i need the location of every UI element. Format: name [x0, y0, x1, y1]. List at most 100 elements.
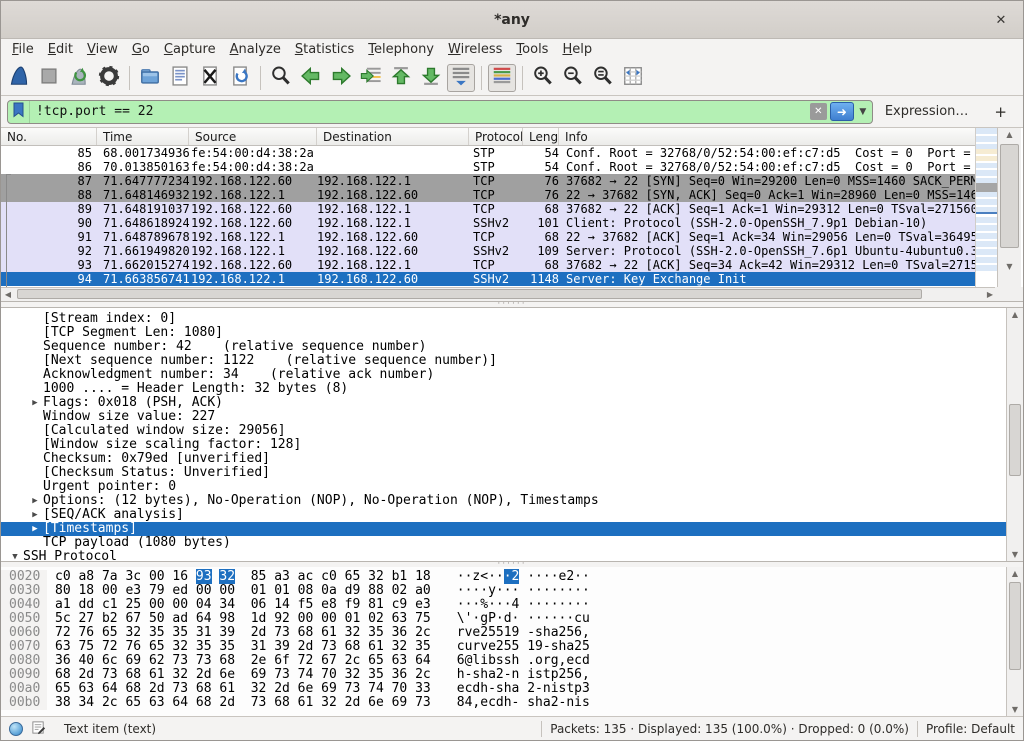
packet-row-92[interactable]: 9271.661949820192.168.122.1192.168.122.6…: [1, 244, 975, 258]
zoom-reset-button[interactable]: [589, 64, 617, 92]
detail-line[interactable]: [Next sequence number: 1122 (relative se…: [1, 354, 1007, 368]
scroll-down-icon[interactable]: ▼: [1007, 548, 1023, 561]
packet-row-88[interactable]: 8871.648146932192.168.122.1192.168.122.6…: [1, 188, 975, 202]
filter-text[interactable]: !tcp.port == 22: [30, 104, 810, 119]
column-header-no[interactable]: No.: [1, 128, 97, 145]
hex-row-0040[interactable]: 0040a1 dd c1 25 00 00 04 34 06 14 f5 e8 …: [1, 598, 1023, 612]
detail-line[interactable]: [TCP Segment Len: 1080]: [1, 326, 1007, 340]
column-header-length[interactable]: Length: [523, 128, 559, 145]
column-header-destination[interactable]: Destination: [317, 128, 469, 145]
hex-row-00b0[interactable]: 00b038 34 2c 65 63 64 68 2d 73 68 61 32 …: [1, 696, 1023, 710]
packet-row-85[interactable]: 8568.001734936fe:54:00:d4:38:2aSTP54Conf…: [1, 146, 975, 160]
menu-go[interactable]: Go: [125, 41, 157, 58]
hex-row-0060[interactable]: 006072 76 65 32 35 35 31 39 2d 73 68 61 …: [1, 626, 1023, 640]
capture-comment-icon[interactable]: [31, 720, 46, 738]
collapse-icon[interactable]: ▼: [7, 550, 23, 561]
packet-row-94[interactable]: 9471.663856741192.168.122.1192.168.122.6…: [1, 272, 975, 286]
auto-scroll-button[interactable]: [447, 64, 475, 92]
hex-row-0030[interactable]: 003080 18 00 e3 79 ed 00 00 01 01 08 0a …: [1, 584, 1023, 598]
column-header-time[interactable]: Time: [97, 128, 189, 145]
menu-statistics[interactable]: Statistics: [288, 41, 361, 58]
detail-line[interactable]: 1000 .... = Header Length: 32 bytes (8): [1, 382, 1007, 396]
save-file-button[interactable]: [166, 64, 194, 92]
menu-edit[interactable]: Edit: [41, 41, 80, 58]
filter-bookmark-button[interactable]: [8, 101, 30, 123]
hex-row-00a0[interactable]: 00a065 63 64 68 2d 73 68 61 32 2d 6e 69 …: [1, 682, 1023, 696]
close-window-button[interactable]: ✕: [991, 10, 1011, 30]
expand-icon[interactable]: ▶: [27, 494, 43, 508]
menu-analyze[interactable]: Analyze: [223, 41, 288, 58]
details-vscrollbar[interactable]: ▲ ▼: [1006, 308, 1023, 561]
expand-icon[interactable]: ▶: [27, 508, 43, 522]
zoom-in-button[interactable]: [529, 64, 557, 92]
go-last-packet-button[interactable]: [417, 64, 445, 92]
reload-file-button[interactable]: [226, 64, 254, 92]
hex-row-0090[interactable]: 009068 2d 73 68 61 32 2d 6e 69 73 74 70 …: [1, 668, 1023, 682]
menu-view[interactable]: View: [80, 41, 125, 58]
filter-dropdown-caret[interactable]: ▼: [856, 107, 870, 117]
go-forward-button[interactable]: [327, 64, 355, 92]
hex-row-0080[interactable]: 008036 40 6c 69 62 73 73 68 2e 6f 72 67 …: [1, 654, 1023, 668]
display-filter-input[interactable]: !tcp.port == 22 ✕ ➜ ▼: [7, 100, 873, 124]
scroll-left-icon[interactable]: ◀: [1, 288, 15, 302]
menu-telephony[interactable]: Telephony: [361, 41, 441, 58]
detail-line[interactable]: Checksum: 0x79ed [unverified]: [1, 452, 1007, 466]
packet-row-87[interactable]: 8771.647777234192.168.122.60192.168.122.…: [1, 174, 975, 188]
start-capture-button[interactable]: [5, 64, 33, 92]
detail-line[interactable]: ▶Options: (12 bytes), No-Operation (NOP)…: [1, 494, 1007, 508]
detail-line[interactable]: ▶[Timestamps]: [1, 522, 1007, 536]
packet-row-91[interactable]: 9171.648789678192.168.122.1192.168.122.6…: [1, 230, 975, 244]
menu-file[interactable]: File: [5, 41, 41, 58]
close-file-button[interactable]: [196, 64, 224, 92]
menu-tools[interactable]: Tools: [509, 41, 555, 58]
go-to-packet-button[interactable]: [357, 64, 385, 92]
colorize-packets-button[interactable]: [488, 64, 516, 92]
scrollbar-thumb[interactable]: [1009, 404, 1021, 476]
detail-line[interactable]: [Window size scaling factor: 128]: [1, 438, 1007, 452]
column-header-protocol[interactable]: Protocol: [469, 128, 523, 145]
menu-wireless[interactable]: Wireless: [441, 41, 509, 58]
detail-line[interactable]: Window size value: 227: [1, 410, 1007, 424]
scrollbar-thumb[interactable]: [1009, 582, 1021, 670]
scroll-up-icon[interactable]: ▲: [1007, 567, 1023, 580]
find-packet-button[interactable]: [267, 64, 295, 92]
detail-line[interactable]: [Checksum Status: Unverified]: [1, 466, 1007, 480]
hex-row-0050[interactable]: 00505c 27 b2 67 50 ad 64 98 1d 92 00 00 …: [1, 612, 1023, 626]
packet-row-86[interactable]: 8670.013850163fe:54:00:d4:38:2aSTP54Conf…: [1, 160, 975, 174]
menu-capture[interactable]: Capture: [157, 41, 223, 58]
expand-icon[interactable]: ▶: [27, 522, 43, 536]
detail-line[interactable]: [Calculated window size: 29056]: [1, 424, 1007, 438]
detail-line[interactable]: Urgent pointer: 0: [1, 480, 1007, 494]
column-header-source[interactable]: Source: [189, 128, 317, 145]
expert-info-icon[interactable]: [9, 722, 23, 736]
expression-button[interactable]: Expression…: [879, 104, 979, 119]
filter-apply-button[interactable]: ➜: [830, 102, 854, 121]
scrollbar-thumb[interactable]: [17, 289, 922, 299]
filter-clear-button[interactable]: ✕: [810, 103, 827, 120]
detail-line[interactable]: ▼SSH Protocol: [1, 550, 1007, 561]
menu-help[interactable]: Help: [555, 41, 599, 58]
detail-line[interactable]: TCP payload (1080 bytes): [1, 536, 1007, 550]
intelligent-scrollbar-minimap[interactable]: [975, 128, 997, 288]
stop-capture-button[interactable]: [35, 64, 63, 92]
scroll-down-icon[interactable]: ▼: [1007, 703, 1023, 716]
column-header-info[interactable]: Info: [559, 128, 997, 145]
packet-list-vscrollbar[interactable]: ▲ ▼: [997, 128, 1021, 288]
packet-row-90[interactable]: 9071.648618924192.168.122.60192.168.122.…: [1, 216, 975, 230]
scroll-down-icon[interactable]: ▼: [998, 260, 1021, 274]
detail-line[interactable]: Acknowledgment number: 34 (relative ack …: [1, 368, 1007, 382]
hex-row-0070[interactable]: 007063 75 72 76 65 32 35 35 31 39 2d 73 …: [1, 640, 1023, 654]
resize-columns-button[interactable]: [619, 64, 647, 92]
restart-capture-button[interactable]: [65, 64, 93, 92]
detail-line[interactable]: ▶[SEQ/ACK analysis]: [1, 508, 1007, 522]
packet-row-93[interactable]: 9371.662015274192.168.122.60192.168.122.…: [1, 258, 975, 272]
scrollbar-thumb[interactable]: [1000, 144, 1019, 248]
detail-line[interactable]: [Stream index: 0]: [1, 312, 1007, 326]
capture-options-button[interactable]: [95, 64, 123, 92]
bytes-vscrollbar[interactable]: ▲ ▼: [1006, 567, 1023, 716]
packet-row-89[interactable]: 8971.648191037192.168.122.60192.168.122.…: [1, 202, 975, 216]
packet-list-header[interactable]: No.TimeSourceDestinationProtocolLengthIn…: [1, 128, 997, 146]
zoom-out-button[interactable]: [559, 64, 587, 92]
go-first-packet-button[interactable]: [387, 64, 415, 92]
detail-line[interactable]: ▶Flags: 0x018 (PSH, ACK): [1, 396, 1007, 410]
